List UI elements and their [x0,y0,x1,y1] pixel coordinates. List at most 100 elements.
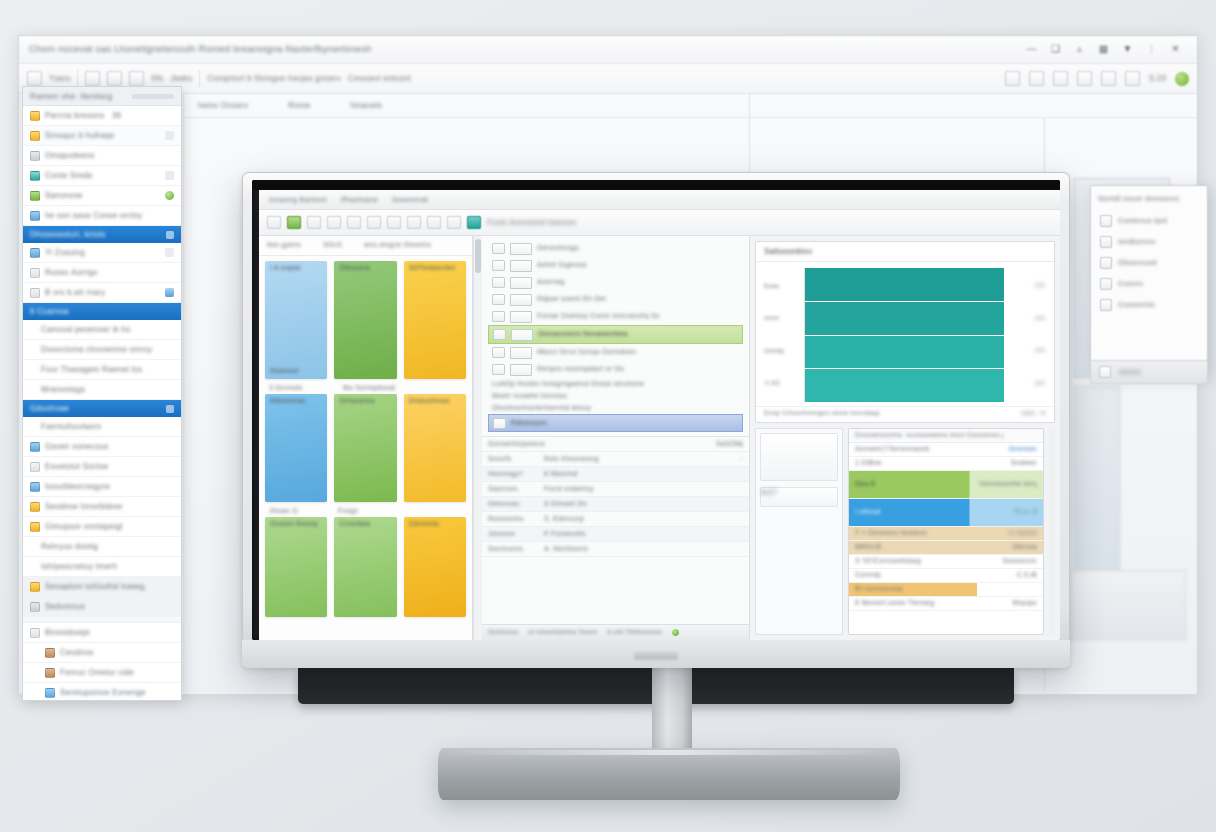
tool-icon-3[interactable] [307,216,321,229]
sidebar-item-25[interactable]: Fenruc Omelur cide [23,663,181,683]
tool-icon-10[interactable] [447,216,461,229]
tool-icon-1[interactable] [267,216,281,229]
list-item-selected-green[interactable]: Ooroacroorni Novaoeorbea [488,325,743,344]
floating-menu-footer[interactable]: lsnoou [1090,360,1208,384]
ribbon-label-3[interactable]: Jeeks [170,74,192,83]
table-row[interactable]: Oetonvac. A Orhoeit On [482,497,749,512]
detail-row-tan-2[interactable]: MRGUE Obrnoa [849,541,1043,555]
list-item[interactable]: Aehnf Gigenea [488,257,743,274]
tab-0[interactable]: innaong Bantont [269,195,327,204]
list-item[interactable]: LoAOp Hvolen hvtogrngoenul Orooe olnuhon… [488,378,743,390]
minimize-icon[interactable]: — [1026,44,1037,55]
tool-icon-5[interactable] [347,216,361,229]
tab-2[interactable]: Gownnnat [392,195,428,204]
restore-icon[interactable]: ❑ [1050,44,1061,55]
list-item[interactable]: Mboct Orrut Soroja Oormdoes [488,344,743,361]
ribbon-label-5[interactable]: Cmooevi entcont [348,74,411,83]
pin-icon[interactable]: ▼ [1122,44,1133,55]
ribbon-right-icon-4[interactable] [1077,71,1092,86]
tool-icon-4[interactable] [327,216,341,229]
card-item[interactable]: Crnorbea [334,517,396,617]
ribbon-icon-2[interactable] [85,71,100,86]
detail-row[interactable]: Ainnwer('l'Senenraood Gronooc [849,443,1043,457]
sidebar-item-14[interactable]: Gaveir oonecous [23,437,181,457]
left-floating-sidebar[interactable]: Ramen vhe. Ilenitarg Parcna breoons 36 S… [22,86,182,701]
ribbon-icon-4[interactable] [129,71,144,86]
detail-row[interactable]: E Bemort.sonio Tlenoeg Mrpopv [849,597,1043,611]
sidebar-item-11[interactable]: Four Thasagein Raenet los [23,360,181,380]
window-controls[interactable]: — ❑ ▵ ▦ ▼ ⋮ ✕ [1026,44,1187,55]
ribbon-right-icon-5[interactable] [1101,71,1116,86]
card-item[interactable]: Rdoonerac [265,394,327,502]
table-row[interactable]: Socmunos. A. Nlorllooins [482,542,749,557]
sidebar-item-19[interactable]: Rehryuo dootig [23,537,181,557]
card-item[interactable]: I A onpoe Ihoenoer [265,261,327,379]
sidebar-item-5[interactable]: he son saoe Conse orcloy [23,206,181,226]
sidebar-item-2[interactable]: Omapvdeens [23,146,181,166]
detail-list-scrollbar[interactable] [1049,428,1055,635]
card-item[interactable]: Onoom Ronrlp [265,517,327,617]
detail-row[interactable]: 1.DIBoe Srobeer [849,457,1043,471]
sidebar-section-header-1[interactable]: Dhosesesturt, brtots [23,226,181,243]
tool-icon-2[interactable] [287,216,301,229]
list-item[interactable]: Dhoshvorlnortertoenmd dosuy [488,402,743,414]
tool-icon-11[interactable] [467,216,481,229]
list-item[interactable]: Oenovtmogu [488,240,743,257]
sidebar-item-12[interactable]: Mranootags [23,380,181,400]
floating-menu-item-3[interactable]: Coonrv [1098,273,1200,294]
ribbon-right-icon-6[interactable] [1125,71,1140,86]
background-window-ribbon[interactable]: Ysers 0% Jeeks Comprtort b Strmgxe Irecj… [19,64,1197,94]
card-item[interactable]: Othucera [334,261,396,379]
detail-row-tan[interactable]: T > Oinoooro lonoenn rv nonno [849,527,1043,541]
sidebar-item-0[interactable]: Parcna breoons 36 [23,106,181,126]
table-row[interactable]: Rinononhv. S. Edmnunjl [482,512,749,527]
table-row[interactable]: Hoonvigy= 8 Nbochid [482,467,749,482]
tool-icon-7[interactable] [387,216,401,229]
foreground-application[interactable]: innaong Bantont Ifhaotoane Gownnnat [259,190,1060,640]
maximize-icon[interactable]: ▵ [1074,44,1085,55]
list-item[interactable]: Renpos moorepdact or Oo [488,361,743,378]
sidebar-item-10[interactable]: Doooctoma clnooenme onnoy [23,340,181,360]
sidebar-item-6[interactable]: Yi Zoauing [23,243,181,263]
ribbon-right-icon-1[interactable] [1005,71,1020,86]
ribbon-label-2[interactable]: 0% [151,74,163,83]
ribbon-right-group[interactable]: S.23 [1005,71,1189,86]
preview-box-1[interactable] [760,433,838,481]
tool-icon-9[interactable] [427,216,441,229]
sidebar-item-17[interactable]: Seodvoe Ionorbidoer [23,497,181,517]
close-icon[interactable]: ✕ [1170,44,1181,55]
floating-menu-item-1[interactable]: Ientbornnv [1098,231,1200,252]
ribbon-right-icon-3[interactable] [1053,71,1068,86]
tool-icon-6[interactable] [367,216,381,229]
floating-context-menu[interactable]: Nontdi oocer dnnoonvs Cootenuo tpxt Ient… [1090,185,1208,375]
cards-scrollbar[interactable] [473,236,482,640]
sidebar-item-1[interactable]: Srnoquc b hufraqe [23,126,181,146]
sidebar-item-16[interactable]: Ioourbleocnegyre [23,477,181,497]
detail-row-green[interactable]: Oou.6 Vornnoonrhe lorry [849,471,1043,499]
card-item[interactable]: Dnlouchinoo [404,394,466,502]
card-item[interactable]: Cbnnrnto [404,517,466,617]
floating-menu-item-2[interactable]: Oloonnuod [1098,252,1200,273]
floating-menu-item-0[interactable]: Cootenuo tpxt [1098,210,1200,231]
split-icon[interactable]: ⋮ [1146,44,1157,55]
sidebar-item-15[interactable]: Eovetoiut Socloe [23,457,181,477]
preview-box-2[interactable]: 6/27 [760,487,838,507]
sidebar-item-21[interactable]: Seoaplom ioiGiuthd Ioateg, [23,577,181,597]
list-item[interactable]: Rdpoe soemt Eh Oet [488,291,743,308]
floating-menu-item-4[interactable]: Coooornto [1098,294,1200,315]
list-item-selected-blue[interactable]: Pdnorouvn [488,414,743,432]
table-row[interactable]: Snos% Rots Khooveong - [482,452,749,467]
sidebar-item-9[interactable]: Camood peoenoer ik ho [23,320,181,340]
detail-row-blue[interactable]: I nfhrud Th n. 8 [849,499,1043,527]
list-item[interactable]: Foroar Doelooy Conor orocranshij Ss [488,308,743,325]
table-row[interactable]: Jonoore P Foroenolls [482,527,749,542]
ribbon-label-0[interactable]: Ysers [49,74,70,83]
app-tab-strip[interactable]: innaong Bantont Ifhaotoane Gownnnat [259,190,1060,210]
list-item[interactable]: Moetr ncowfot honnoiu [488,390,743,402]
detail-row[interactable]: S 'lO'lCornooetotaig Sooooncic [849,555,1043,569]
ribbon-label-4[interactable]: Comprtort b Strmgxe Irecjes gnoerv [207,74,341,83]
sidebar-item-22[interactable]: Sedvorous [23,597,181,617]
sidebar-item-24[interactable]: Ceodnos [23,643,181,663]
detail-row-amber[interactable]: B'l ocrnoervoa [849,583,1043,597]
sidebar-item-4[interactable]: Sanonvoe [23,186,181,206]
